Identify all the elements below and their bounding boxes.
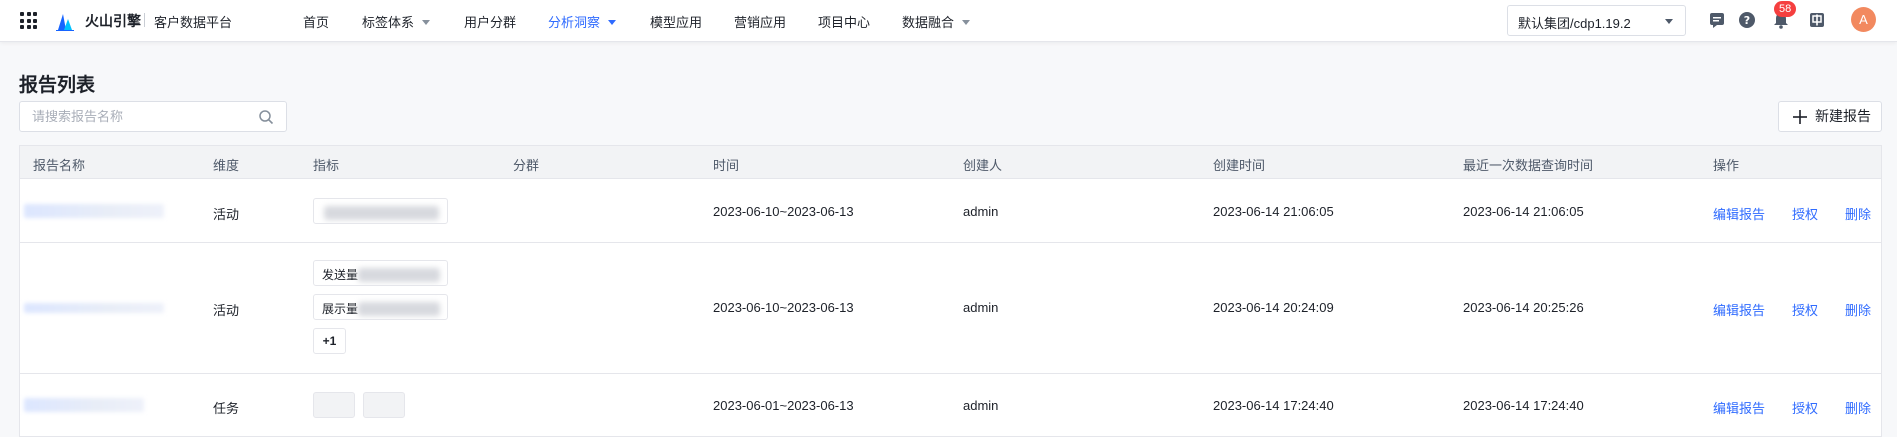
- delete-link[interactable]: 删除: [1845, 398, 1871, 417]
- nav-project-center[interactable]: 项目中心: [818, 12, 870, 31]
- table-header: 报告名称 维度 指标 分群 时间 创建人 创建时间 最近一次数据查询时间 操作: [20, 146, 1881, 179]
- nav-user-segment[interactable]: 用户分群: [464, 12, 516, 31]
- chevron-down-icon: [608, 20, 617, 25]
- last-query-time: 2023-06-14 21:06:05: [1463, 204, 1584, 219]
- metric-tag: [313, 392, 355, 418]
- report-table: 报告名称 维度 指标 分群 时间 创建人 创建时间 最近一次数据查询时间 操作 …: [19, 145, 1882, 437]
- page-title: 报告列表: [19, 75, 96, 96]
- table-row: 活动 发送量 展示量 +1 2023-06-10~2023-06-13 admi…: [20, 243, 1881, 374]
- message-icon[interactable]: [1708, 11, 1726, 29]
- created-at: 2023-06-14 20:24:09: [1213, 300, 1334, 315]
- edit-report-link[interactable]: 编辑报告: [1713, 300, 1765, 319]
- edit-report-link[interactable]: 编辑报告: [1713, 204, 1765, 223]
- language-icon[interactable]: [1808, 11, 1826, 29]
- column-header-dimension: 维度: [213, 158, 240, 173]
- creator: admin: [963, 300, 999, 315]
- nav-marketing-apps[interactable]: 营销应用: [734, 12, 786, 31]
- dimension-value: 活动: [213, 207, 240, 222]
- user-avatar[interactable]: A: [1851, 7, 1876, 32]
- creator: admin: [963, 398, 999, 413]
- authorize-link[interactable]: 授权: [1792, 300, 1818, 319]
- metric-tag: 发送量: [313, 260, 448, 286]
- product-name: 客户数据平台: [154, 15, 233, 30]
- column-header-created-at: 创建时间: [1213, 158, 1266, 173]
- new-report-label: 新建报告: [1815, 108, 1871, 124]
- metric-tag: [363, 392, 405, 418]
- last-query-time: 2023-06-14 17:24:40: [1463, 398, 1584, 413]
- time-range: 2023-06-10~2023-06-13: [713, 204, 854, 219]
- help-icon[interactable]: ?: [1738, 11, 1756, 29]
- table-row: 活动 2023-06-10~2023-06-13 admin 2023-06-1…: [20, 180, 1881, 243]
- chevron-down-icon: [962, 20, 971, 25]
- metric-tag: [313, 198, 448, 224]
- report-name-redacted[interactable]: [24, 204, 164, 218]
- dimension-value: 任务: [213, 401, 240, 416]
- authorize-link[interactable]: 授权: [1792, 398, 1818, 417]
- column-header-segment: 分群: [513, 158, 540, 173]
- table-row: 任务 2023-06-01~2023-06-13 admin 2023-06-1…: [20, 374, 1881, 437]
- column-header-last-query: 最近一次数据查询时间: [1463, 158, 1594, 173]
- column-header-creator: 创建人: [963, 158, 1003, 173]
- tenant-select[interactable]: 默认集团/cdp1.19.2: [1507, 5, 1686, 36]
- report-name-redacted[interactable]: [24, 398, 144, 412]
- authorize-link[interactable]: 授权: [1792, 204, 1818, 223]
- nav-analysis-insight[interactable]: 分析洞察: [548, 12, 617, 31]
- chevron-down-icon: [422, 20, 431, 25]
- search-icon[interactable]: [258, 109, 274, 125]
- report-name-redacted[interactable]: [24, 303, 164, 313]
- top-navigation-bar: 火山引擎 客户数据平台 首页 标签体系 用户分群 分析洞察 模型应用 营销应用 …: [0, 0, 1897, 42]
- brand-name: 火山引擎: [85, 13, 141, 29]
- new-report-button[interactable]: 新建报告: [1778, 101, 1882, 132]
- report-search-input[interactable]: [20, 102, 250, 131]
- edit-report-link[interactable]: 编辑报告: [1713, 398, 1765, 417]
- created-at: 2023-06-14 21:06:05: [1213, 204, 1334, 219]
- column-header-metric: 指标: [313, 158, 340, 173]
- nav-tag-system[interactable]: 标签体系: [362, 12, 431, 31]
- plus-icon: [1793, 110, 1807, 124]
- column-header-report-name: 报告名称: [33, 158, 86, 173]
- more-metrics-tag[interactable]: +1: [313, 328, 346, 354]
- delete-link[interactable]: 删除: [1845, 204, 1871, 223]
- notification-badge: 58: [1774, 1, 1797, 17]
- report-search-box[interactable]: [19, 101, 287, 132]
- metric-tag: 展示量: [313, 294, 448, 320]
- svg-text:?: ?: [1744, 14, 1750, 27]
- column-header-actions: 操作: [1713, 158, 1740, 173]
- delete-link[interactable]: 删除: [1845, 300, 1871, 319]
- time-range: 2023-06-10~2023-06-13: [713, 300, 854, 315]
- dimension-value: 活动: [213, 303, 240, 318]
- chevron-down-icon: [1665, 19, 1673, 24]
- volcano-logo-icon: [56, 14, 74, 31]
- nav-home[interactable]: 首页: [303, 12, 329, 31]
- column-header-time: 时间: [713, 158, 740, 173]
- creator: admin: [963, 204, 999, 219]
- nav-data-fusion[interactable]: 数据融合: [902, 12, 971, 31]
- last-query-time: 2023-06-14 20:25:26: [1463, 300, 1584, 315]
- apps-grid-icon[interactable]: [20, 12, 37, 29]
- created-at: 2023-06-14 17:24:40: [1213, 398, 1334, 413]
- tenant-select-value: 默认集团/cdp1.19.2: [1518, 16, 1631, 31]
- time-range: 2023-06-01~2023-06-13: [713, 398, 854, 413]
- nav-model-apps[interactable]: 模型应用: [650, 12, 702, 31]
- brand-divider: [144, 13, 145, 27]
